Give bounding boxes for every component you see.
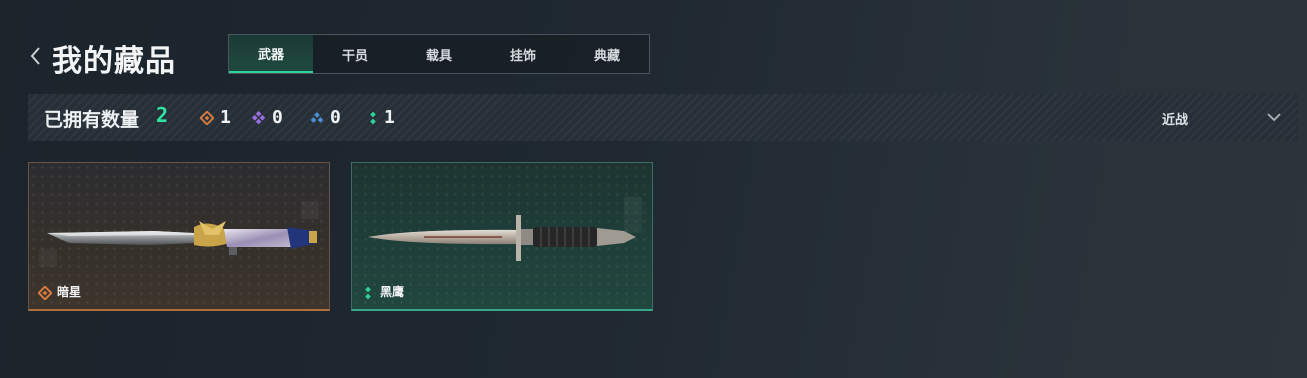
tab-operators[interactable]: 干员 (313, 35, 397, 73)
item-name: 暗星 (57, 285, 82, 299)
stats-bar: 已拥有数量 2 1 0 0 1 近战 (28, 94, 1298, 141)
blue-diamond-icon (310, 111, 324, 123)
green-dots-icon (365, 286, 371, 300)
orange-diamond-icon (38, 286, 52, 300)
weapon-type-filter[interactable]: 近战 (1162, 109, 1188, 128)
purple-diamond-icon (252, 110, 266, 124)
rarity-count-value: 0 (272, 107, 283, 128)
rarity-count-orange: 1 (200, 107, 231, 128)
orange-diamond-icon (200, 110, 214, 125)
rarity-count-blue: 0 (310, 107, 341, 128)
green-dots-icon (370, 111, 376, 124)
rarity-count-value: 1 (220, 107, 231, 128)
rarity-count-purple: 0 (252, 107, 283, 128)
rarity-count-value: 1 (384, 107, 395, 128)
rarity-count-value: 0 (330, 107, 341, 128)
tab-weapons[interactable]: 武器 (229, 35, 313, 73)
chevron-down-icon[interactable] (1265, 108, 1283, 126)
item-card[interactable]: 暗星 (28, 162, 330, 311)
owned-count-value: 2 (156, 103, 169, 127)
item-card[interactable]: 黑鹰 (351, 162, 653, 311)
tab-collection[interactable]: 典藏 (565, 35, 649, 73)
back-arrow-icon[interactable] (28, 44, 44, 68)
tab-vehicles[interactable]: 载具 (397, 35, 481, 73)
category-tabs: 武器 干员 载具 挂饰 典藏 (228, 34, 650, 74)
owned-count-label: 已拥有数量 (44, 109, 140, 131)
tab-charms[interactable]: 挂饰 (481, 35, 565, 73)
page-title: 我的藏品 (52, 44, 176, 79)
rarity-count-green: 1 (368, 107, 395, 128)
item-name: 黑鹰 (380, 285, 405, 299)
